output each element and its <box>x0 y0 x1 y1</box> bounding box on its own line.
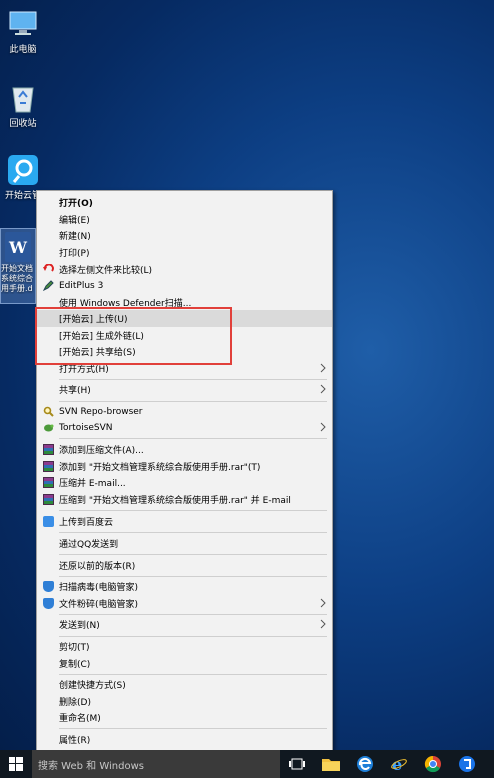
taskbar-internet-explorer[interactable]: e <box>382 750 416 778</box>
edge-icon <box>357 756 373 772</box>
winrar-icon <box>43 477 54 488</box>
taskbar-file-explorer[interactable] <box>314 750 348 778</box>
chevron-right-icon <box>320 384 326 394</box>
taskbar-chrome[interactable] <box>416 750 450 778</box>
chevron-right-icon <box>320 619 326 629</box>
task-view-button[interactable] <box>280 750 314 778</box>
kaishiyun-app-icon <box>7 154 39 186</box>
tortoisesvn-icon <box>43 422 54 433</box>
taskbar-edge[interactable] <box>348 750 382 778</box>
taskbar: 搜索 Web 和 Windows e <box>0 750 494 778</box>
editplus-icon <box>42 280 54 292</box>
menu-item-add-to-archive[interactable]: 添加到压缩文件(A)... <box>37 441 332 458</box>
winrar-icon <box>43 444 54 455</box>
menu-separator <box>59 728 327 729</box>
svn-repo-browser-icon <box>43 406 54 417</box>
windows-logo-icon <box>9 757 23 771</box>
folder-icon <box>322 759 340 771</box>
menu-item-cut[interactable]: 剪切(T) <box>37 638 332 655</box>
menu-separator <box>59 614 327 615</box>
menu-item-baidu-upload[interactable]: 上传到百度云 <box>37 513 332 530</box>
desktop-icon-this-pc[interactable]: 此电脑 <box>0 8 46 56</box>
search-placeholder: 搜索 Web 和 Windows <box>38 760 144 772</box>
menu-item-defender-scan[interactable]: 使用 Windows Defender扫描... <box>37 294 332 311</box>
pc-manager-shield-icon <box>43 581 54 592</box>
menu-item-compress-email[interactable]: 压缩并 E-mail... <box>37 474 332 491</box>
file-label-line: 系统综合 <box>1 274 33 283</box>
winrar-icon <box>43 461 54 472</box>
start-button[interactable] <box>0 750 32 778</box>
menu-item-copy[interactable]: 复制(C) <box>37 655 332 672</box>
menu-item-editplus[interactable]: EditPlus 3 <box>37 277 332 294</box>
menu-separator <box>59 532 327 533</box>
menu-item-scan-virus[interactable]: 扫描病毒(电脑管家) <box>37 578 332 595</box>
menu-item-send-to[interactable]: 发送到(N) <box>37 616 332 633</box>
chevron-right-icon <box>320 363 326 373</box>
file-label-line: 用手册.d <box>1 284 33 293</box>
menu-item-rename[interactable]: 重命名(M) <box>37 709 332 726</box>
pc-manager-shield-icon <box>43 598 54 609</box>
desktop-icon-label: 回收站 <box>9 119 37 129</box>
recycle-bin-icon <box>7 82 39 114</box>
chrome-icon <box>424 755 441 773</box>
menu-item-compare[interactable]: 选择左侧文件来比较(L) <box>37 261 332 278</box>
menu-item-kaishiyun-share[interactable]: [开始云] 共享给(S) <box>37 343 332 360</box>
menu-item-tortoisesvn[interactable]: TortoiseSVN <box>37 419 332 436</box>
menu-separator <box>59 554 327 555</box>
menu-separator <box>59 379 327 380</box>
selected-word-document[interactable]: W 开始文档 系统综合 用手册.d <box>0 228 36 304</box>
baidu-cloud-icon <box>43 516 54 527</box>
menu-item-edit[interactable]: 编辑(E) <box>37 211 332 228</box>
context-menu: 打开(O) 编辑(E) 新建(N) 打印(P) 选择左侧文件来比较(L) Edi… <box>36 190 333 751</box>
menu-item-svn-repo-browser[interactable]: SVN Repo-browser <box>37 403 332 420</box>
desktop-icon-recycle-bin[interactable]: 回收站 <box>0 82 46 130</box>
compare-arrow-icon <box>43 263 54 275</box>
blue-app-icon <box>459 756 475 772</box>
menu-separator <box>59 576 327 577</box>
computer-icon <box>7 8 39 40</box>
menu-item-new[interactable]: 新建(N) <box>37 227 332 244</box>
taskbar-search-box[interactable]: 搜索 Web 和 Windows <box>32 750 280 778</box>
menu-item-create-shortcut[interactable]: 创建快捷方式(S) <box>37 676 332 693</box>
taskbar-blue-app[interactable] <box>450 750 484 778</box>
desktop-icon-label: 此电脑 <box>9 45 37 55</box>
menu-separator <box>59 674 327 675</box>
chevron-right-icon <box>320 422 326 432</box>
menu-separator <box>59 401 327 402</box>
menu-item-file-shred[interactable]: 文件粉碎(电脑管家) <box>37 595 332 612</box>
chevron-right-icon <box>320 598 326 608</box>
winrar-icon <box>43 494 54 505</box>
menu-item-restore-versions[interactable]: 还原以前的版本(R) <box>37 557 332 574</box>
file-label-line: 开始文档 <box>1 264 33 273</box>
menu-separator <box>59 510 327 511</box>
menu-separator <box>59 438 327 439</box>
menu-item-open[interactable]: 打开(O) <box>37 194 332 211</box>
menu-item-print[interactable]: 打印(P) <box>37 244 332 261</box>
menu-item-open-with[interactable]: 打开方式(H) <box>37 360 332 377</box>
menu-item-qq-send[interactable]: 通过QQ发送到 <box>37 535 332 552</box>
menu-item-delete[interactable]: 删除(D) <box>37 693 332 710</box>
menu-item-properties[interactable]: 属性(R) <box>37 731 332 748</box>
menu-item-kaishiyun-upload[interactable]: [开始云] 上传(U) <box>37 310 332 327</box>
internet-explorer-icon: e <box>391 755 407 773</box>
task-view-icon <box>289 758 305 770</box>
menu-separator <box>59 636 327 637</box>
menu-item-share[interactable]: 共享(H) <box>37 381 332 398</box>
word-document-icon: W <box>5 232 31 262</box>
menu-item-compress-rar-email[interactable]: 压缩到 "开始文档管理系统综合版使用手册.rar" 并 E-mail <box>37 491 332 508</box>
menu-item-kaishiyun-link[interactable]: [开始云] 生成外链(L) <box>37 327 332 344</box>
menu-item-add-to-rar[interactable]: 添加到 "开始文档管理系统综合版使用手册.rar"(T) <box>37 458 332 475</box>
